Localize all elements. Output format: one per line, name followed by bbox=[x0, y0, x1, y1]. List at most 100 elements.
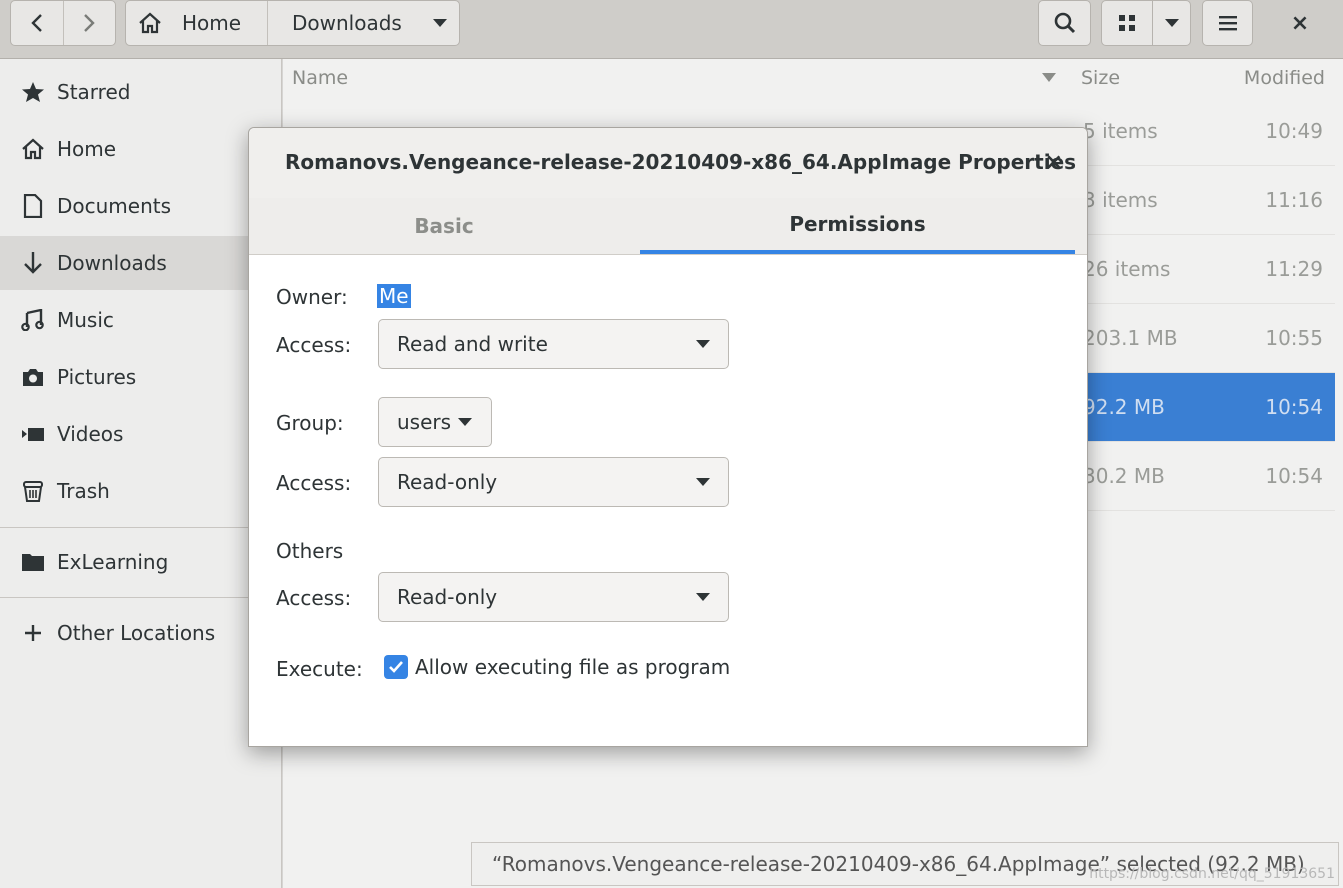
tab-basic[interactable]: Basic bbox=[249, 198, 639, 254]
chevron-down-icon bbox=[696, 478, 710, 486]
sidebar-item-starred[interactable]: Starred bbox=[0, 65, 281, 119]
breadcrumb-downloads[interactable]: Downloads bbox=[268, 1, 459, 45]
search-button[interactable] bbox=[1038, 0, 1091, 46]
file-modified: 10:55 bbox=[1265, 326, 1323, 350]
star-icon bbox=[20, 81, 46, 103]
group-access-value: Read-only bbox=[397, 470, 498, 494]
sidebar-item-downloads[interactable]: Downloads bbox=[0, 236, 281, 290]
sidebar-item-label: Other Locations bbox=[57, 621, 216, 645]
sidebar-item-label: Starred bbox=[57, 80, 131, 104]
file-size: 92.2 MB bbox=[1083, 395, 1165, 419]
camera-icon bbox=[20, 367, 46, 387]
search-icon bbox=[1054, 12, 1075, 34]
home-icon bbox=[139, 12, 161, 34]
sidebar: Starred Home Documents Downloads Music P… bbox=[0, 59, 282, 888]
sidebar-item-label: Downloads bbox=[57, 251, 167, 275]
sidebar-item-label: Pictures bbox=[57, 365, 137, 389]
file-modified: 10:54 bbox=[1265, 395, 1323, 419]
hamburger-icon bbox=[1218, 16, 1237, 31]
window-close-button[interactable]: × bbox=[1276, 0, 1324, 46]
group-access-dropdown[interactable]: Read-only bbox=[378, 457, 729, 507]
view-options-button[interactable] bbox=[1152, 0, 1191, 46]
tab-permissions[interactable]: Permissions bbox=[640, 198, 1075, 254]
sidebar-item-exlearning[interactable]: ExLearning bbox=[0, 535, 281, 589]
column-size-label: Size bbox=[1081, 67, 1121, 89]
owner-access-dropdown[interactable]: Read and write bbox=[378, 319, 729, 369]
file-size: 203.1 MB bbox=[1083, 326, 1178, 350]
sidebar-item-music[interactable]: Music bbox=[0, 293, 281, 347]
column-name-label: Name bbox=[292, 67, 349, 89]
back-button[interactable] bbox=[11, 1, 64, 45]
breadcrumb-downloads-label: Downloads bbox=[292, 11, 402, 35]
video-icon bbox=[20, 425, 46, 443]
chevron-right-icon bbox=[84, 14, 95, 32]
column-modified-label: Modified bbox=[1243, 67, 1325, 89]
group-label: Group: bbox=[276, 411, 344, 435]
sidebar-item-documents[interactable]: Documents bbox=[0, 179, 281, 233]
owner-label: Owner: bbox=[276, 285, 348, 309]
main-menu-button[interactable] bbox=[1202, 0, 1253, 46]
file-size: 3 items bbox=[1083, 188, 1158, 212]
sidebar-item-trash[interactable]: Trash bbox=[0, 464, 281, 518]
home-icon bbox=[20, 138, 46, 160]
group-dropdown[interactable]: users bbox=[378, 397, 492, 447]
forward-button[interactable] bbox=[64, 1, 116, 45]
execute-checkbox[interactable] bbox=[384, 655, 408, 679]
others-access-label: Access: bbox=[276, 586, 352, 610]
execute-label: Execute: bbox=[276, 657, 363, 681]
navigation-buttons bbox=[10, 0, 116, 46]
dialog-tabs: Basic Permissions bbox=[249, 198, 1087, 255]
sidebar-item-label: Videos bbox=[57, 422, 124, 446]
dialog-titlebar: Romanovs.Vengeance-release-20210409-x86_… bbox=[249, 128, 1087, 199]
others-label: Others bbox=[276, 539, 344, 563]
sidebar-item-label: ExLearning bbox=[57, 550, 169, 574]
owner-access-label: Access: bbox=[276, 333, 352, 357]
chevron-down-icon bbox=[696, 593, 710, 601]
file-modified: 10:54 bbox=[1265, 464, 1323, 488]
column-header-size[interactable]: Size bbox=[1081, 59, 1120, 97]
file-size: 26 items bbox=[1083, 257, 1171, 281]
folder-icon bbox=[20, 552, 46, 572]
chevron-down-icon bbox=[458, 418, 472, 426]
header-bar: Home Downloads × bbox=[0, 0, 1343, 59]
others-access-dropdown[interactable]: Read-only bbox=[378, 572, 729, 622]
sidebar-item-label: Home bbox=[57, 137, 117, 161]
others-access-value: Read-only bbox=[397, 585, 498, 609]
chevron-left-icon bbox=[31, 14, 42, 32]
close-icon: × bbox=[1290, 10, 1310, 36]
group-value: users bbox=[397, 410, 452, 434]
column-header-name[interactable]: Name bbox=[292, 59, 348, 97]
sidebar-item-label: Trash bbox=[57, 479, 110, 503]
owner-value[interactable]: Me bbox=[377, 284, 411, 308]
execute-checkbox-label[interactable]: Allow executing file as program bbox=[415, 655, 730, 679]
music-icon bbox=[20, 309, 46, 331]
dialog-title: Romanovs.Vengeance-release-20210409-x86_… bbox=[285, 150, 1077, 174]
dialog-close-button[interactable]: × bbox=[1045, 150, 1063, 175]
file-modified: 11:29 bbox=[1265, 257, 1323, 281]
file-modified: 10:49 bbox=[1265, 119, 1323, 143]
column-header-modified[interactable]: Modified bbox=[1244, 59, 1325, 97]
sidebar-item-label: Music bbox=[57, 308, 114, 332]
sidebar-item-videos[interactable]: Videos bbox=[0, 407, 281, 461]
document-icon bbox=[20, 194, 46, 218]
plus-icon bbox=[20, 624, 46, 642]
chevron-down-icon bbox=[432, 19, 447, 27]
sidebar-item-other-locations[interactable]: Other Locations bbox=[0, 606, 281, 660]
sidebar-item-home[interactable]: Home bbox=[0, 122, 281, 176]
view-toggle-button[interactable] bbox=[1101, 0, 1153, 46]
sidebar-item-pictures[interactable]: Pictures bbox=[0, 350, 281, 404]
breadcrumb-home[interactable]: Home bbox=[126, 1, 268, 45]
breadcrumb: Home Downloads bbox=[125, 0, 460, 46]
sidebar-separator bbox=[0, 527, 281, 528]
owner-access-value: Read and write bbox=[397, 332, 548, 356]
grid-icon bbox=[1119, 15, 1135, 31]
download-icon bbox=[20, 251, 46, 275]
breadcrumb-home-label: Home bbox=[182, 11, 242, 35]
file-size: 30.2 MB bbox=[1083, 464, 1165, 488]
sidebar-item-label: Documents bbox=[57, 194, 172, 218]
sort-down-icon[interactable] bbox=[1042, 73, 1056, 82]
sidebar-separator bbox=[0, 597, 281, 598]
properties-dialog: Romanovs.Vengeance-release-20210409-x86_… bbox=[248, 127, 1088, 747]
chevron-down-icon bbox=[1164, 19, 1179, 27]
watermark: https://blog.csdn.net/qq_51913651 bbox=[1089, 866, 1335, 882]
